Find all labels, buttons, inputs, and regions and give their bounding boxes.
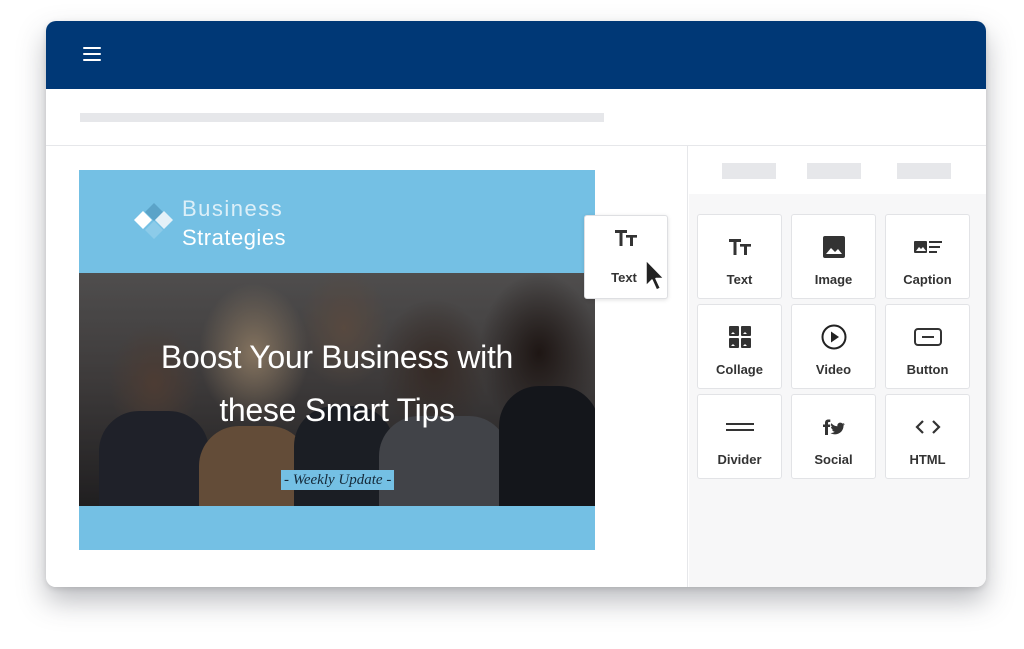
collage-icon xyxy=(698,325,781,349)
social-icon xyxy=(792,415,875,439)
block-label: Video xyxy=(815,362,852,377)
block-divider[interactable]: Divider xyxy=(697,394,782,479)
hero-title-line2: these Smart Tips xyxy=(219,392,455,428)
email-canvas: Business Strategies Boost Your Business … xyxy=(46,146,688,587)
editor-window: Business Strategies Boost Your Business … xyxy=(46,21,986,587)
block-button[interactable]: Button xyxy=(885,304,970,389)
button-icon xyxy=(886,325,969,349)
toolbar xyxy=(46,89,986,146)
block-label: Collage xyxy=(716,362,763,377)
diamond-logo-icon xyxy=(134,203,173,239)
panel-tabs xyxy=(689,146,986,194)
block-video[interactable]: Video xyxy=(791,304,876,389)
block-label: Image xyxy=(814,272,853,287)
panel-tab-1[interactable] xyxy=(722,163,776,179)
block-label: Caption xyxy=(903,272,952,287)
weekly-update-badge[interactable]: - Weekly Update - xyxy=(281,470,395,490)
toolbar-placeholder xyxy=(80,113,604,122)
logo-text: Business Strategies xyxy=(182,194,286,252)
block-label: HTML xyxy=(909,452,946,467)
block-image[interactable]: Image xyxy=(791,214,876,299)
mouse-pointer-icon xyxy=(645,259,665,291)
hero-title-line1: Boost Your Business with xyxy=(160,339,514,375)
panel-tab-2[interactable] xyxy=(807,163,861,179)
panel-tab-3[interactable] xyxy=(897,163,951,179)
hamburger-menu-icon[interactable] xyxy=(83,47,101,61)
block-text[interactable]: Text xyxy=(697,214,782,299)
hero-image[interactable]: Boost Your Business with these Smart Tip… xyxy=(79,273,595,506)
block-social[interactable]: Social xyxy=(791,394,876,479)
block-collage[interactable]: Collage xyxy=(697,304,782,389)
text-format-icon xyxy=(585,230,667,251)
block-label: Button xyxy=(906,362,949,377)
play-circle-icon xyxy=(792,324,875,350)
code-icon xyxy=(886,415,969,439)
email-template[interactable]: Business Strategies Boost Your Business … xyxy=(79,170,595,550)
caption-icon xyxy=(886,235,969,259)
email-header[interactable]: Business Strategies xyxy=(79,170,595,273)
content-blocks-panel: Text Image Caption Collage Video Button … xyxy=(689,146,986,587)
text-format-icon xyxy=(698,235,781,259)
block-caption[interactable]: Caption xyxy=(885,214,970,299)
block-html[interactable]: HTML xyxy=(885,394,970,479)
block-label: Social xyxy=(814,452,853,467)
logo-line1: Business xyxy=(182,196,284,221)
image-icon xyxy=(792,235,875,259)
top-bar xyxy=(46,21,986,89)
block-label: Text xyxy=(726,272,753,287)
divider-icon xyxy=(698,415,781,439)
logo-line2: Strategies xyxy=(182,225,287,250)
block-label: Divider xyxy=(717,452,762,467)
hero-title[interactable]: Boost Your Business with these Smart Tip… xyxy=(79,331,595,437)
